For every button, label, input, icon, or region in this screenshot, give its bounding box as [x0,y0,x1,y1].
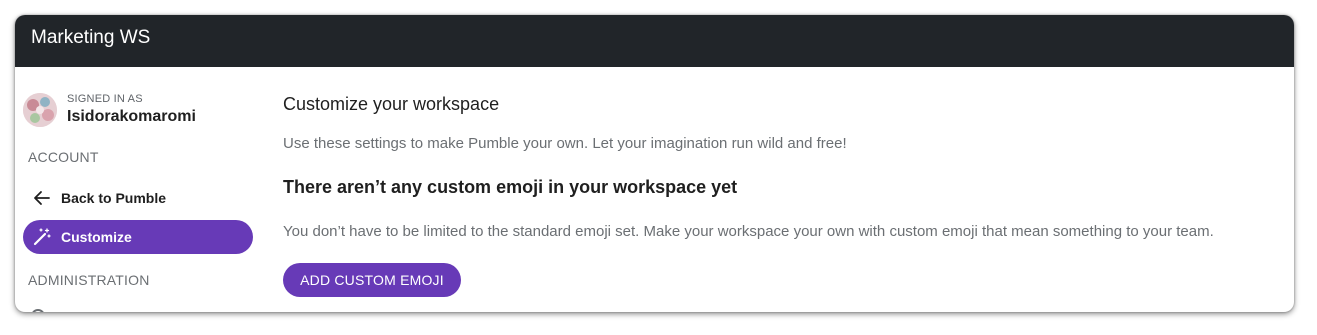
back-to-pumble-label: Back to Pumble [61,190,167,206]
page-description: Use these settings to make Pumble your o… [283,135,847,152]
administration-section-label: ADMINISTRATION [28,272,150,288]
workspace-title: Marketing WS [31,27,151,48]
title-bar: Marketing WS [15,15,1294,67]
signed-in-label: SIGNED IN AS [67,93,143,105]
account-section-label: ACCOUNT [28,149,99,165]
emoji-empty-description: You don’t have to be limited to the stan… [283,223,1214,240]
back-to-pumble-link[interactable]: Back to Pumble [23,181,253,215]
magic-wand-icon [31,226,53,248]
app-window: Marketing WS SIGNED IN AS Isidorakomarom… [15,15,1294,312]
emoji-empty-heading: There aren’t any custom emoji in your wo… [283,177,738,197]
avatar[interactable] [23,93,57,127]
arrow-left-icon [31,187,53,209]
sidebar-item-customize[interactable]: Customize [23,220,253,254]
username: Isidorakomaromi [67,108,196,125]
page-title: Customize your workspace [283,94,500,114]
main-content: Customize your workspace Use these setti… [283,67,1294,312]
settings-icon[interactable] [31,309,45,312]
customize-label: Customize [61,229,132,245]
add-custom-emoji-button[interactable]: ADD CUSTOM EMOJI [283,263,461,297]
user-info: SIGNED IN AS Isidorakomaromi [23,91,263,131]
sidebar: SIGNED IN AS Isidorakomaromi ACCOUNT Bac… [15,67,267,312]
